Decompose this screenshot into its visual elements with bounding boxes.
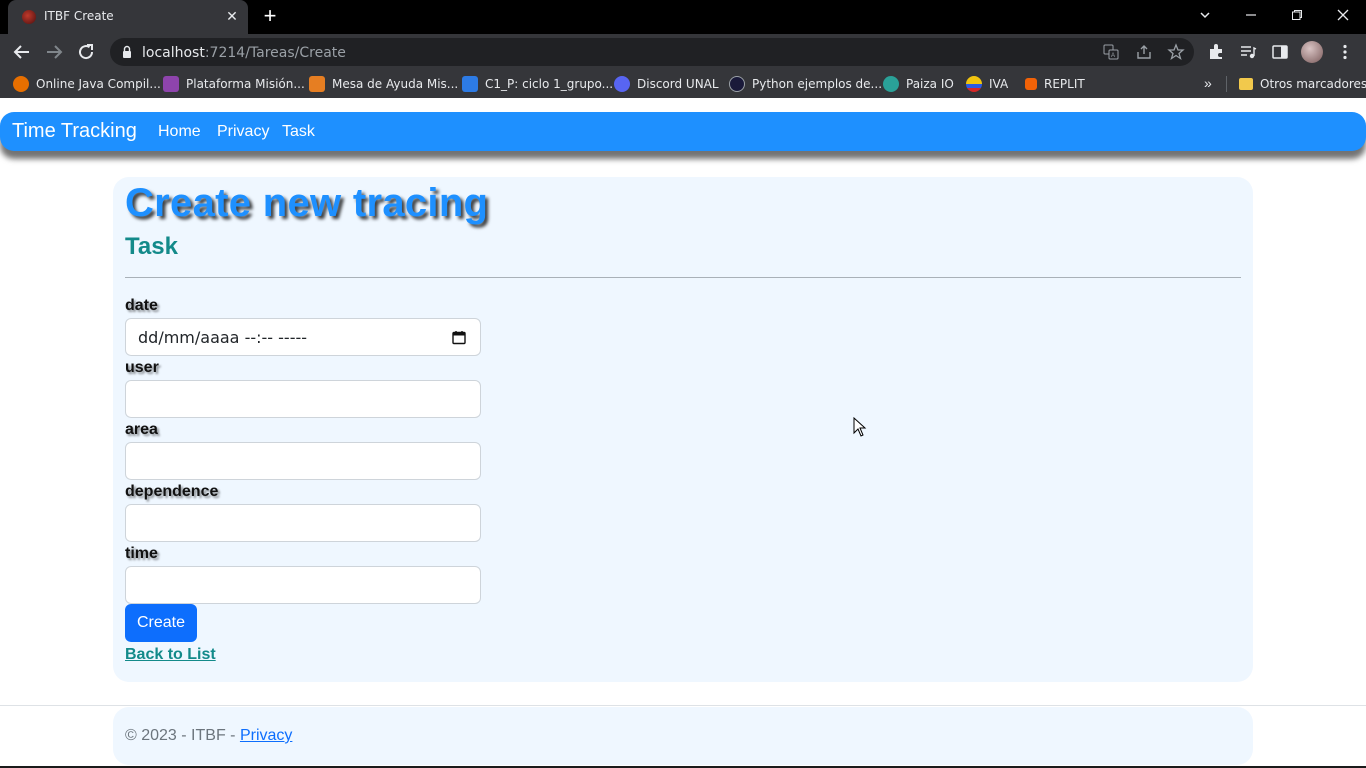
form-card: Create new tracing Task date dd/mm/aaaa … <box>113 177 1253 682</box>
user-input[interactable] <box>125 380 481 418</box>
discord-icon <box>614 76 630 92</box>
page-subtitle: Task <box>125 233 178 260</box>
area-label: area <box>125 421 158 438</box>
bookmark-item[interactable]: Online Java Compil... <box>13 70 161 98</box>
footer-privacy-link[interactable]: Privacy <box>240 727 292 744</box>
profile-avatar[interactable] <box>1301 41 1323 63</box>
bookmarks-bar: Online Java Compil... Plataforma Misión.… <box>0 70 1366 98</box>
url-text[interactable]: localhost:7214/Tareas/Create <box>142 45 346 61</box>
time-input[interactable] <box>125 566 481 604</box>
footer-text: © 2023 - ITBF - Privacy <box>125 727 293 744</box>
other-bookmarks-folder[interactable]: Otros marcadores <box>1239 70 1366 98</box>
share-icon[interactable] <box>1135 43 1153 61</box>
menu-kebab-icon[interactable] <box>1336 43 1354 61</box>
page-title: Create new tracing <box>125 181 489 225</box>
site-favicon-icon <box>22 10 36 24</box>
nav-home-link[interactable]: Home <box>158 123 201 141</box>
side-panel-icon[interactable] <box>1271 43 1289 61</box>
tab-strip: ITBF Create ✕ + <box>0 0 1366 34</box>
date-label: date <box>125 297 158 314</box>
app-navbar: Time Tracking Home Privacy Task <box>0 112 1366 151</box>
restore-icon[interactable] <box>1283 4 1311 28</box>
dependence-label: dependence <box>125 483 219 500</box>
back-to-list-link[interactable]: Back to List <box>125 646 216 664</box>
bookmark-item[interactable]: IVA <box>966 70 1008 98</box>
date-input[interactable]: dd/mm/aaaa --:-- ----- <box>125 318 481 356</box>
close-window-icon[interactable] <box>1329 4 1357 28</box>
translate-icon[interactable]: A <box>1102 43 1120 61</box>
more-bookmarks-icon[interactable]: » <box>1204 75 1212 91</box>
area-input[interactable] <box>125 442 481 480</box>
mintic-icon <box>462 76 478 92</box>
folder-icon <box>1239 78 1253 90</box>
time-label: time <box>125 545 158 562</box>
java-icon <box>13 76 29 92</box>
dependence-input[interactable] <box>125 504 481 542</box>
back-arrow-icon[interactable] <box>10 40 34 64</box>
nav-privacy-link[interactable]: Privacy <box>217 123 269 141</box>
svg-text:A: A <box>1111 53 1115 59</box>
brand-link[interactable]: Time Tracking <box>12 120 137 143</box>
extensions-icon[interactable] <box>1207 43 1225 61</box>
reload-icon[interactable] <box>74 40 98 64</box>
iva-icon <box>966 76 982 92</box>
bookmark-star-icon[interactable] <box>1167 43 1185 61</box>
replit-icon <box>1025 78 1037 90</box>
bookmark-item[interactable]: C1_P: ciclo 1_grupo... <box>462 70 613 98</box>
bookmark-item[interactable]: Discord UNAL <box>614 70 719 98</box>
bookmark-item[interactable]: Python ejemplos de... <box>729 70 882 98</box>
bookmark-item[interactable]: Mesa de Ayuda Mis... <box>309 70 458 98</box>
media-controls-icon[interactable] <box>1239 43 1257 61</box>
bookmark-item[interactable]: Paiza IO <box>883 70 954 98</box>
close-tab-icon[interactable]: ✕ <box>224 8 240 24</box>
create-button[interactable]: Create <box>125 604 197 642</box>
browser-toolbar: localhost:7214/Tareas/Create A <box>0 34 1366 70</box>
helpdesk-icon <box>309 76 325 92</box>
python-icon <box>729 76 745 92</box>
tab-title: ITBF Create <box>44 9 114 23</box>
mouse-cursor-icon <box>853 417 867 437</box>
browser-tab[interactable]: ITBF Create ✕ <box>8 0 248 34</box>
forward-arrow-icon[interactable] <box>42 40 66 64</box>
bookmarks-divider <box>1226 76 1227 92</box>
nav-task-link[interactable]: Task <box>282 123 315 141</box>
paiza-icon <box>883 76 899 92</box>
tab-search-icon[interactable] <box>1191 4 1219 28</box>
divider <box>125 277 1241 278</box>
bookmark-item[interactable]: Plataforma Misión... <box>163 70 305 98</box>
user-label: user <box>125 359 159 376</box>
calendar-icon[interactable] <box>452 330 466 345</box>
lock-icon[interactable] <box>122 45 132 59</box>
address-bar[interactable]: localhost:7214/Tareas/Create A <box>110 38 1194 66</box>
web-page: Time Tracking Home Privacy Task Create n… <box>0 98 1366 768</box>
minimize-icon[interactable] <box>1237 4 1265 28</box>
bookmark-item[interactable]: REPLIT <box>1025 70 1085 98</box>
platform-icon <box>163 76 179 92</box>
page-footer: © 2023 - ITBF - Privacy <box>113 707 1253 765</box>
new-tab-icon[interactable]: + <box>259 5 281 28</box>
date-input-value: dd/mm/aaaa --:-- ----- <box>138 328 308 347</box>
footer-divider <box>0 705 1366 706</box>
